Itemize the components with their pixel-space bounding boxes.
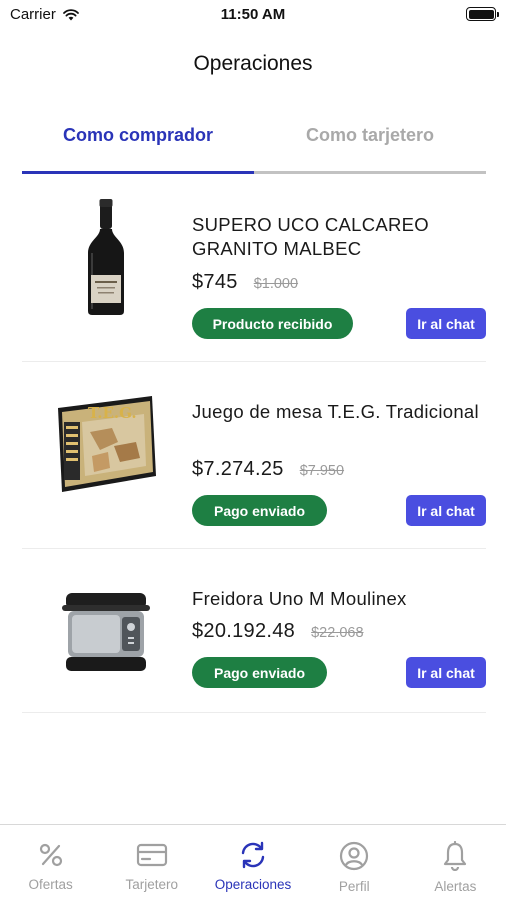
profile-icon [340, 841, 369, 871]
chat-button[interactable]: Ir al chat [406, 495, 486, 526]
product-title: Juego de mesa T.E.G. Tradicional [192, 401, 479, 422]
chat-button[interactable]: Ir al chat [406, 308, 486, 339]
tab-bar-label: Perfil [338, 879, 370, 894]
bell-icon [444, 841, 467, 871]
tab-bar-item-ofertas[interactable]: Ofertas [0, 825, 101, 900]
price-row: $20.192.48 $22.068 [192, 620, 364, 643]
chat-button[interactable]: Ir al chat [406, 657, 486, 688]
page-title: Operaciones [193, 52, 313, 75]
sync-icon [241, 841, 265, 869]
tab-bar-item-alertas[interactable]: Alertas [405, 825, 506, 900]
tab-bar-label: Operaciones [214, 877, 292, 892]
original-price: $1.000 [253, 276, 299, 292]
tab-bar-item-operaciones[interactable]: Operaciones [202, 825, 303, 900]
current-price: $745 [192, 271, 238, 293]
product-image-board-game-box: T.E.G. [36, 374, 176, 514]
operation-item[interactable]: T.E.G. Juego de mesa T.E.G. Tradicional … [22, 362, 486, 549]
status-badge: Pago enviado [192, 657, 327, 688]
current-price: $20.192.48 [192, 620, 296, 642]
card-icon [136, 843, 167, 867]
price-row: $745 $1.000 [192, 271, 298, 294]
tab-como-tarjetero[interactable]: Como tarjetero [254, 100, 486, 171]
bottom-tab-bar: Ofertas Tarjetero Operaciones Perfil Ale… [0, 824, 506, 900]
tab-bar-item-tarjetero[interactable]: Tarjetero [101, 825, 202, 900]
percent-icon [39, 843, 62, 867]
product-image-wine-bottle [36, 187, 176, 327]
status-bar: Carrier 11:50 AM [0, 0, 506, 30]
original-price: $22.068 [311, 625, 364, 641]
original-price: $7.950 [299, 463, 345, 479]
tab-como-comprador[interactable]: Como comprador [22, 100, 254, 171]
tab-bar-label: Alertas [434, 879, 477, 894]
tab-bar-label: Ofertas [28, 877, 73, 892]
tab-bar-item-perfil[interactable]: Perfil [304, 825, 405, 900]
current-price: $7.274.25 [192, 458, 284, 480]
product-image-deep-fryer [36, 561, 176, 701]
operation-item[interactable]: SUPERO UCO CALCAREO GRANITO MALBEC $745 … [22, 175, 486, 362]
product-title: SUPERO UCO CALCAREO GRANITO MALBEC [192, 214, 429, 259]
active-tab-indicator [22, 171, 254, 174]
board-game-box-text: T.E.G. [88, 404, 137, 422]
segment-tabs: Como comprador Como tarjetero [22, 100, 486, 174]
status-badge: Producto recibido [192, 308, 353, 339]
battery-icon [466, 7, 499, 21]
tab-bar-label: Tarjetero [125, 877, 179, 892]
status-time: 11:50 AM [220, 6, 286, 23]
price-row: $7.274.25 $7.950 [192, 458, 344, 481]
operations-list: SUPERO UCO CALCAREO GRANITO MALBEC $745 … [22, 175, 486, 713]
operation-item[interactable]: Freidora Uno M Moulinex $20.192.48 $22.0… [22, 549, 486, 713]
status-badge: Pago enviado [192, 495, 327, 526]
product-title: Freidora Uno M Moulinex [192, 588, 407, 609]
